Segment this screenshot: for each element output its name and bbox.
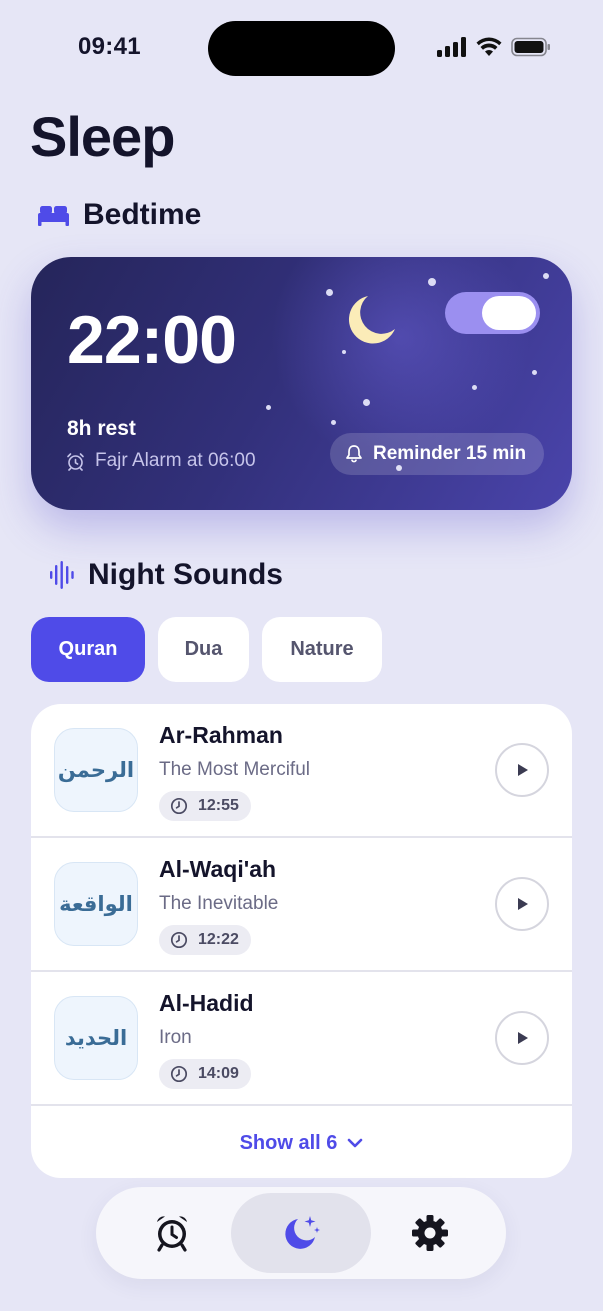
surah-subtitle: The Most Merciful xyxy=(159,759,310,780)
chip-nature[interactable]: Nature xyxy=(262,617,382,682)
surah-subtitle: The Inevitable xyxy=(159,893,279,914)
surah-thumbnail: الواقعة xyxy=(54,862,138,946)
bell-icon xyxy=(346,445,362,463)
battery-icon xyxy=(511,37,550,57)
status-bar: 09:41 xyxy=(0,0,603,96)
duration-badge: 12:55 xyxy=(159,791,251,821)
show-all-label: Show all 6 xyxy=(239,1131,338,1154)
tab-bar xyxy=(96,1187,506,1279)
bedtime-toggle[interactable] xyxy=(445,292,540,334)
bedtime-section-header: Bedtime xyxy=(38,198,201,232)
bedtime-section-title: Bedtime xyxy=(83,198,202,231)
tab-alarm[interactable] xyxy=(120,1193,224,1273)
play-icon xyxy=(518,764,528,776)
star xyxy=(342,350,346,354)
list-item[interactable]: الحديد Al-Hadid Iron 14:09 xyxy=(31,972,572,1106)
chevron-down-icon xyxy=(348,1138,363,1148)
duration-badge: 14:09 xyxy=(159,1059,251,1089)
play-icon xyxy=(518,1032,528,1044)
play-button[interactable] xyxy=(495,1011,549,1065)
gear-icon xyxy=(412,1215,448,1251)
dynamic-island xyxy=(208,21,395,76)
star xyxy=(428,278,436,286)
star xyxy=(326,289,333,296)
duration-badge: 12:22 xyxy=(159,925,251,955)
status-time: 09:41 xyxy=(78,33,141,60)
alarm-label: Fajr Alarm at 06:00 xyxy=(95,450,256,471)
tab-settings[interactable] xyxy=(378,1193,482,1273)
surah-thumbnail: الرحمن xyxy=(54,728,138,812)
cellular-signal-icon xyxy=(437,37,466,57)
reminder-label: Reminder 15 min xyxy=(373,443,527,464)
status-icons xyxy=(437,37,551,57)
surah-title: Ar-Rahman xyxy=(159,722,283,748)
play-button[interactable] xyxy=(495,877,549,931)
star xyxy=(266,405,271,410)
star xyxy=(331,420,336,425)
moon-glow xyxy=(261,257,531,457)
alarm-clock-icon xyxy=(67,452,84,471)
crescent-moon-icon xyxy=(348,296,395,344)
play-icon xyxy=(518,898,528,910)
surah-title: Al-Waqi'ah xyxy=(159,856,277,882)
surah-title: Al-Hadid xyxy=(159,990,254,1016)
clock-icon xyxy=(170,797,188,815)
alarm-info: Fajr Alarm at 06:00 xyxy=(66,450,256,472)
moon-stars-icon xyxy=(285,1216,320,1249)
night-sounds-section-title: Night Sounds xyxy=(88,558,283,591)
clock-icon xyxy=(170,931,188,949)
wifi-icon xyxy=(476,37,502,56)
surah-subtitle: Iron xyxy=(159,1027,192,1048)
chip-dua[interactable]: Dua xyxy=(158,617,249,682)
star xyxy=(532,370,537,375)
show-all-button[interactable]: Show all 6 xyxy=(31,1108,572,1178)
duration-label: 12:22 xyxy=(198,931,239,948)
toggle-knob xyxy=(482,296,536,330)
surah-thumbnail: الحديد xyxy=(54,996,138,1080)
divider xyxy=(31,1104,572,1106)
alarm-clock-icon xyxy=(157,1216,187,1252)
rest-duration: 8h rest xyxy=(67,417,136,440)
sound-wave-icon xyxy=(50,561,74,589)
bedtime-time[interactable]: 22:00 xyxy=(67,301,237,379)
clock-icon xyxy=(170,1065,188,1083)
duration-label: 12:55 xyxy=(198,797,239,814)
bed-icon xyxy=(38,206,69,226)
chip-quran[interactable]: Quran xyxy=(31,617,145,682)
duration-label: 14:09 xyxy=(198,1065,239,1082)
sound-list: الرحمن Ar-Rahman The Most Merciful 12:55… xyxy=(31,704,572,1178)
star xyxy=(472,385,477,390)
star xyxy=(543,273,549,279)
page-title: Sleep xyxy=(30,105,175,168)
reminder-button[interactable]: Reminder 15 min xyxy=(330,433,545,475)
bedtime-card[interactable]: 22:00 8h rest Fajr Alarm at 06:00 Remind… xyxy=(31,257,572,510)
tab-sleep[interactable] xyxy=(231,1193,371,1273)
play-button[interactable] xyxy=(495,743,549,797)
list-item[interactable]: الواقعة Al-Waqi'ah The Inevitable 12:22 xyxy=(31,838,572,972)
night-sounds-section-header: Night Sounds xyxy=(50,558,283,592)
star xyxy=(363,399,370,406)
list-item[interactable]: الرحمن Ar-Rahman The Most Merciful 12:55 xyxy=(31,704,572,838)
